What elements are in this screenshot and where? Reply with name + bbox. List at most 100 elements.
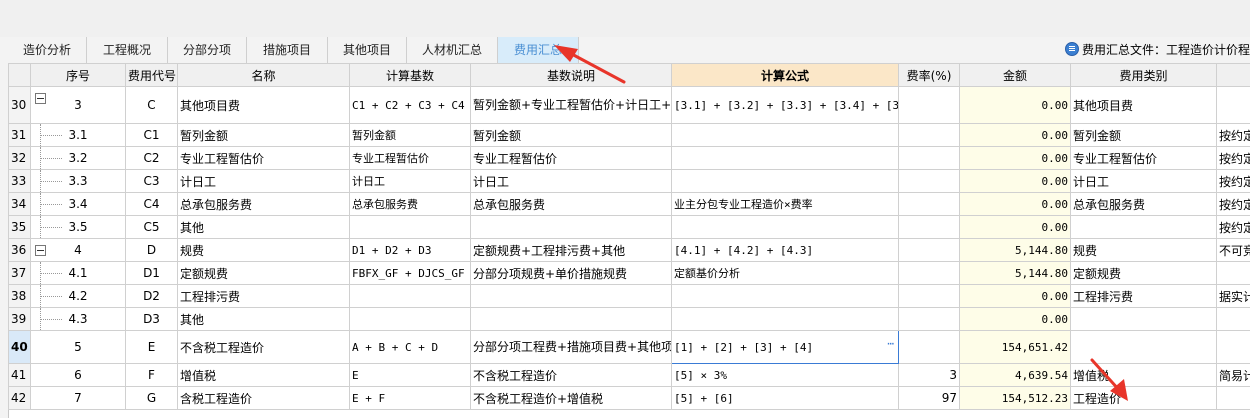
cell-rate[interactable] <box>898 86 960 124</box>
cell-category[interactable]: 总承包服务费 <box>1070 192 1217 216</box>
cell-base-desc[interactable]: 不含税工程造价 <box>470 363 672 387</box>
cell-rate[interactable] <box>898 169 960 193</box>
row-number[interactable]: 32 <box>8 146 31 170</box>
tab-fee-summary[interactable]: 费用汇总 <box>498 37 579 63</box>
row-number[interactable]: 41 <box>8 363 31 387</box>
cell-extra[interactable]: 据实计 <box>1216 284 1250 308</box>
col-header-category[interactable]: 费用类别 <box>1070 63 1217 87</box>
cell-formula[interactable] <box>671 284 899 308</box>
row-number[interactable]: 31 <box>8 123 31 147</box>
cell-base-desc[interactable] <box>470 307 672 331</box>
cell-base[interactable]: 总承包服务费 <box>349 192 471 216</box>
cell-seq[interactable]: 5 <box>30 330 126 364</box>
cell-category[interactable]: 计日工 <box>1070 169 1217 193</box>
cell-extra[interactable]: 简易计 <box>1216 363 1250 387</box>
cell-base-desc[interactable]: 暂列金额+专业工程暂估价+计日工+总承包服务费+其他 <box>470 86 672 124</box>
cell-code[interactable]: D1 <box>125 261 178 285</box>
tab-sub-items[interactable]: 分部分项 <box>168 37 247 63</box>
cell-name[interactable]: 总承包服务费 <box>177 192 350 216</box>
col-header-seq[interactable]: 序号 <box>30 63 126 87</box>
cell-category[interactable]: 暂列金额 <box>1070 123 1217 147</box>
cell-seq[interactable]: 3.2 <box>30 146 126 170</box>
cell-rate[interactable] <box>898 261 960 285</box>
cell-formula[interactable] <box>671 146 899 170</box>
cell-formula[interactable]: [3.1] + [3.2] + [3.3] + [3.4] + [3.5] <box>671 86 899 124</box>
cell-extra[interactable]: 按约定 <box>1216 146 1250 170</box>
table-row[interactable]: 416F增值税E不含税工程造价[5] × 3%34,639.54增值税简易计 <box>8 363 1250 387</box>
table-row[interactable]: 313.1C1暂列金额暂列金额暂列金额0.00暂列金额按约定 <box>8 123 1250 147</box>
tab-labor-material-summary[interactable]: 人材机汇总 <box>407 37 498 63</box>
cell-name[interactable]: 规费 <box>177 238 350 262</box>
col-header-extra[interactable] <box>1216 63 1250 87</box>
cell-extra[interactable] <box>1216 386 1250 410</box>
cell-rate[interactable] <box>898 146 960 170</box>
row-number[interactable]: 42 <box>8 386 31 410</box>
cell-base[interactable]: E + F <box>349 386 471 410</box>
cell-extra[interactable]: 按约定 <box>1216 192 1250 216</box>
cell-seq[interactable]: 3.4 <box>30 192 126 216</box>
cell-base-desc[interactable] <box>470 284 672 308</box>
cell-base[interactable]: FBFX_GF + DJCS_GF <box>349 261 471 285</box>
cell-code[interactable]: C3 <box>125 169 178 193</box>
cell-base-desc[interactable]: 分部分项规费+单价措施规费 <box>470 261 672 285</box>
cell-base[interactable]: C1 + C2 + C3 + C4 + C5 <box>349 86 471 124</box>
tab-measures[interactable]: 措施项目 <box>247 37 328 63</box>
cell-base[interactable] <box>349 284 471 308</box>
cell-base[interactable] <box>349 215 471 239</box>
cell-rate[interactable] <box>898 192 960 216</box>
cell-name[interactable]: 其他 <box>177 215 350 239</box>
col-header-amount[interactable]: 金额 <box>959 63 1071 87</box>
cell-formula[interactable]: [5] × 3% <box>671 363 899 387</box>
row-number[interactable]: 34 <box>8 192 31 216</box>
cell-name[interactable]: 专业工程暂估价 <box>177 146 350 170</box>
cell-code[interactable]: C2 <box>125 146 178 170</box>
cell-name[interactable]: 其他 <box>177 307 350 331</box>
cell-rate[interactable] <box>898 215 960 239</box>
table-row[interactable]: 303C其他项目费C1 + C2 + C3 + C4 + C5暂列金额+专业工程… <box>8 86 1250 124</box>
cell-seq[interactable]: 3.1 <box>30 123 126 147</box>
row-number[interactable]: 37 <box>8 261 31 285</box>
cell-rate[interactable] <box>898 284 960 308</box>
cell-formula[interactable]: [1] + [2] + [3] + [4] ⋯ <box>671 330 899 364</box>
cell-formula[interactable] <box>671 123 899 147</box>
col-header-rate[interactable]: 费率(%) <box>898 63 960 87</box>
tab-cost-analysis[interactable]: 造价分析 <box>8 37 87 63</box>
table-row[interactable]: 36 4 D 规费 D1 + D2 + D3 定额规费+工程排污费+其他 [4.1] + [… <box>8 238 1250 262</box>
cell-category[interactable]: 增值税 <box>1070 363 1217 387</box>
cell-category[interactable]: 工程造价 <box>1070 386 1217 410</box>
cell-extra[interactable]: 按约定 <box>1216 215 1250 239</box>
cell-code[interactable]: C1 <box>125 123 178 147</box>
cell-name[interactable]: 含税工程造价 <box>177 386 350 410</box>
cell-code[interactable]: E <box>125 330 178 364</box>
cell-rate[interactable] <box>898 307 960 331</box>
cell-seq[interactable]: 6 <box>30 363 126 387</box>
col-header-base-desc[interactable]: 基数说明 <box>470 63 672 87</box>
row-number[interactable]: 39 <box>8 307 31 331</box>
cell-category[interactable] <box>1070 330 1217 364</box>
cell-base-desc[interactable]: 暂列金额 <box>470 123 672 147</box>
table-row[interactable]: 32 3.2 C2 专业工程暂估价 专业工程暂估价 专业工程暂估价 0.00 专业工程暂估价按… <box>8 146 1250 170</box>
cell-seq[interactable]: 4.1 <box>30 261 126 285</box>
cell-seq[interactable]: 4.2 <box>30 284 126 308</box>
cell-name[interactable]: 其他项目费 <box>177 86 350 124</box>
more-options-icon[interactable]: ⋯ <box>887 337 894 350</box>
table-row[interactable]: 35 3.5 C5其他 0.00 按约定 <box>8 215 1250 239</box>
cell-category[interactable] <box>1070 215 1217 239</box>
fee-summary-file[interactable]: 费用汇总文件：工程造价计价程 <box>1064 37 1250 63</box>
cell-base[interactable]: 专业工程暂估价 <box>349 146 471 170</box>
cell-name[interactable]: 计日工 <box>177 169 350 193</box>
cell-name[interactable]: 工程排污费 <box>177 284 350 308</box>
cell-extra[interactable]: 按约定 <box>1216 123 1250 147</box>
collapse-toggle-icon[interactable] <box>35 245 46 256</box>
cell-extra[interactable] <box>1216 86 1250 124</box>
table-row[interactable]: 37 4.1 D1 定额规费 FBFX_GF + DJCS_GF 分部分项规费+单价措施规… <box>8 261 1250 285</box>
cell-rate[interactable] <box>898 238 960 262</box>
cell-code[interactable]: C4 <box>125 192 178 216</box>
cell-category[interactable] <box>1070 307 1217 331</box>
cell-code[interactable]: D3 <box>125 307 178 331</box>
table-row[interactable]: 333.3C3计日工计日工计日工0.00计日工按约定 <box>8 169 1250 193</box>
cell-base-desc[interactable]: 计日工 <box>470 169 672 193</box>
cell-extra[interactable]: 不可竞 <box>1216 238 1250 262</box>
cell-code[interactable]: D <box>125 238 178 262</box>
col-header-name[interactable]: 名称 <box>177 63 350 87</box>
